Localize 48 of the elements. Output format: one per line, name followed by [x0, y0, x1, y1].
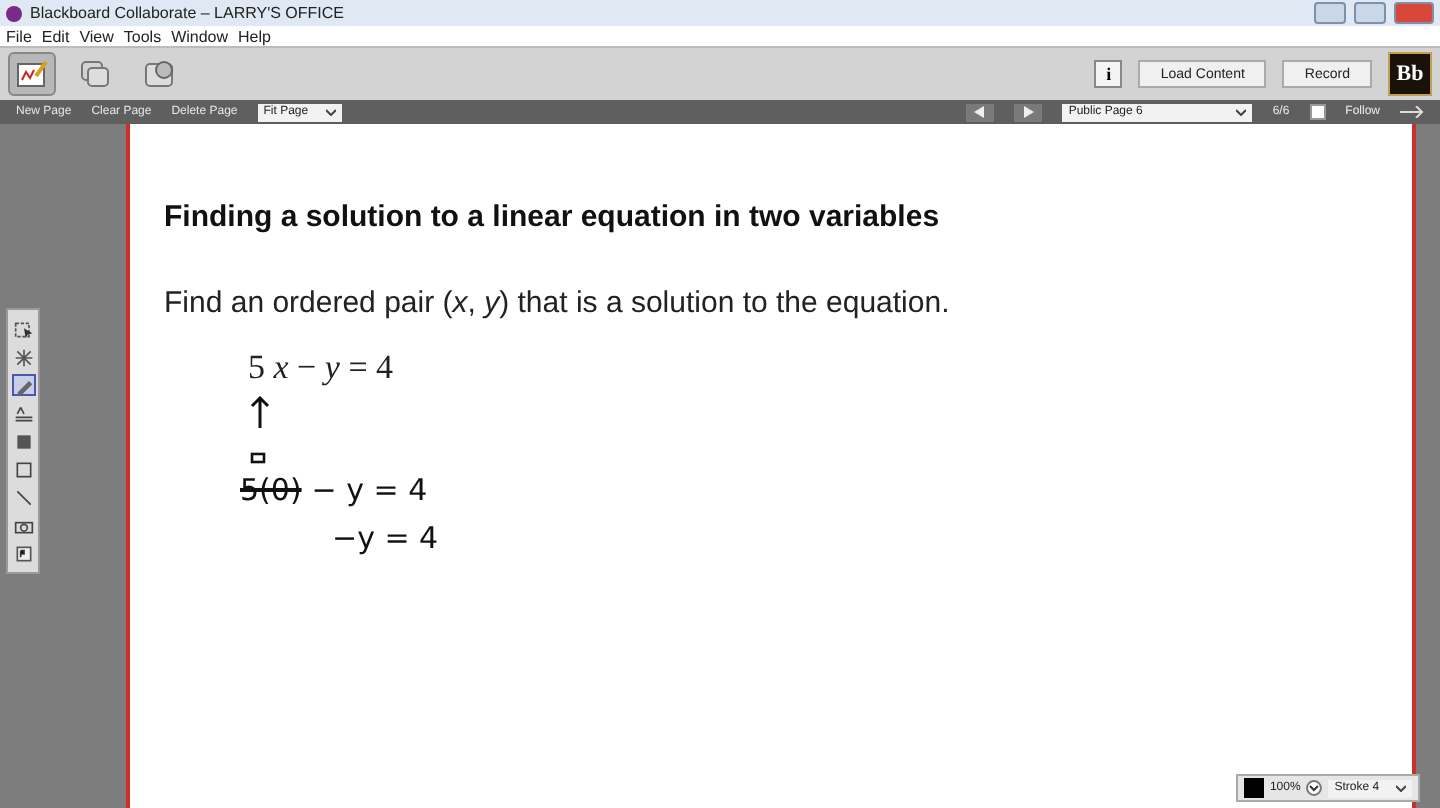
handwritten-square	[250, 452, 266, 464]
left-triangle-icon	[974, 106, 987, 118]
tool-button[interactable]	[11, 486, 35, 508]
menu-item[interactable]: Help	[238, 27, 271, 45]
color-swatch[interactable]	[1244, 778, 1264, 798]
question-text: Find an ordered pair (x, y) that is a solution to the equation.	[164, 286, 952, 320]
follow-checkbox[interactable]	[1309, 104, 1326, 120]
square-icon	[13, 459, 33, 479]
menu-item[interactable]: Edit	[41, 27, 70, 45]
whiteboard-icon	[16, 60, 48, 88]
window-title: Blackboard Collaborate – LARRY'S OFFICE	[30, 4, 347, 22]
menu-item[interactable]: File	[6, 27, 32, 45]
tool-button[interactable]	[11, 318, 35, 340]
handwritten-text: −y = 4	[332, 520, 439, 556]
equation: 5 x − y = 4	[248, 348, 396, 388]
next-button[interactable]	[1014, 103, 1043, 121]
mode-button[interactable]	[8, 52, 56, 96]
windows-icon	[80, 60, 112, 88]
menu-item[interactable]: View	[79, 27, 114, 45]
crossed-out-text: 5(0)	[240, 472, 302, 508]
tool-button[interactable]	[11, 542, 35, 564]
right-triangle-icon	[1022, 106, 1035, 118]
previous-button[interactable]	[966, 103, 995, 121]
line-icon	[13, 487, 33, 507]
handwritten-arrow	[250, 396, 270, 428]
text-lines-icon	[13, 403, 33, 423]
app-icon	[6, 5, 22, 21]
heading: Finding a solution to a linear equation in two variables	[164, 200, 942, 234]
pencil-icon	[13, 375, 33, 395]
filled-square-icon	[13, 431, 33, 451]
tool-button[interactable]	[11, 374, 35, 396]
tool-button[interactable]	[11, 402, 35, 424]
image-icon	[13, 543, 33, 563]
tool-button[interactable]	[11, 458, 35, 480]
handwritten-text: − y = 4	[311, 472, 428, 508]
tool-button[interactable]	[11, 346, 35, 368]
tool-button[interactable]	[11, 430, 35, 452]
arrows-icon	[1400, 106, 1424, 118]
menu-item[interactable]: Window	[171, 27, 229, 45]
spark-icon	[13, 347, 33, 367]
logo: Bb	[1388, 52, 1432, 96]
globe-icon	[144, 60, 176, 88]
menu-item[interactable]: Tools	[123, 27, 162, 45]
caret-icon	[1396, 784, 1407, 792]
info-button[interactable]: i	[1094, 60, 1123, 88]
caret-icon	[1236, 108, 1247, 116]
dropdown-icon[interactable]	[1306, 780, 1323, 796]
caret-icon	[325, 108, 336, 116]
